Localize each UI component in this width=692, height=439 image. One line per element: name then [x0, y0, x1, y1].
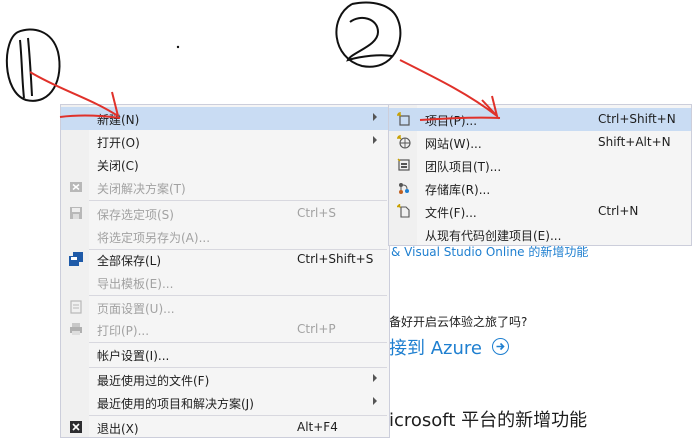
menu-item-label: 帐户设置(I)...	[97, 349, 170, 363]
save-all-icon	[69, 252, 83, 266]
annotation-number-1: 1	[40, 59, 41, 61]
menu-item-recent-files[interactable]: 最近使用过的文件(F)	[61, 368, 389, 391]
annotation-circle-1	[5, 28, 61, 102]
submenu-item-repository[interactable]: 存储库(R)...	[389, 177, 691, 200]
menu-separator	[89, 200, 387, 201]
submenu-item-label: 团队项目(T)...	[425, 160, 502, 174]
page-setup-icon	[69, 300, 83, 314]
menu-item-export-template[interactable]: 导出模板(E)...	[61, 271, 389, 294]
menu-item-recent-projects[interactable]: 最近使用的项目和解决方案(J)	[61, 391, 389, 414]
annotation-number-2: 2	[370, 35, 371, 37]
exit-icon	[69, 420, 83, 434]
menu-item-label: 退出(X)	[97, 422, 139, 436]
menu-item-print[interactable]: 打印(P)... Ctrl+P	[61, 318, 389, 341]
menu-item-account-settings[interactable]: 帐户设置(I)...	[61, 343, 389, 366]
arrow-circle-icon	[491, 338, 509, 355]
file-menu: 新建(N) 打开(O) 关闭(C) 关闭解决方案(T) 保存选定项(S) Ctr…	[60, 104, 390, 438]
submenu-arrow-icon	[373, 136, 377, 144]
menu-item-save-selected[interactable]: 保存选定项(S) Ctrl+S	[61, 202, 389, 225]
new-website-icon	[397, 135, 411, 149]
submenu-item-shortcut: Ctrl+N	[598, 204, 639, 218]
menu-item-label: 新建(N)	[97, 113, 140, 127]
submenu-item-label: 文件(F)...	[425, 206, 477, 220]
annotation-circle-2	[335, 1, 402, 68]
submenu-item-file[interactable]: 文件(F)... Ctrl+N	[389, 200, 691, 223]
submenu-item-team-project[interactable]: 团队项目(T)...	[389, 154, 691, 177]
submenu-item-label: 网站(W)...	[425, 137, 482, 151]
menu-item-page-setup[interactable]: 页面设置(U)...	[61, 296, 389, 319]
menu-item-label: 关闭解决方案(T)	[97, 182, 186, 196]
submenu-item-label: 从现有代码创建项目(E)...	[425, 229, 562, 243]
repository-icon	[397, 181, 411, 195]
submenu-item-label: 项目(P)...	[425, 114, 478, 128]
bg-azure-link[interactable]: 接到 Azure	[389, 334, 509, 360]
menu-item-exit[interactable]: 退出(X) Alt+F4	[61, 416, 389, 439]
new-file-icon	[397, 204, 411, 218]
submenu-item-website[interactable]: 网站(W)... Shift+Alt+N	[389, 131, 691, 154]
submenu-item-label: 存储库(R)...	[425, 183, 491, 197]
menu-item-label: 将选定项另存为(A)...	[97, 231, 211, 245]
print-icon	[69, 322, 83, 336]
menu-item-save-all[interactable]: 全部保存(L) Ctrl+Shift+S	[61, 248, 389, 271]
menu-item-label: 最近使用过的文件(F)	[97, 374, 210, 388]
submenu-item-from-existing-code[interactable]: 从现有代码创建项目(E)...	[389, 223, 691, 246]
menu-item-close[interactable]: 关闭(C)	[61, 153, 389, 176]
menu-item-label: 关闭(C)	[97, 159, 139, 173]
new-project-icon	[397, 112, 411, 126]
new-submenu: 项目(P)... Ctrl+Shift+N 网站(W)... Shift+Alt…	[388, 104, 692, 246]
menu-item-save-as[interactable]: 将选定项另存为(A)...	[61, 225, 389, 248]
menu-item-open[interactable]: 打开(O)	[61, 130, 389, 153]
menu-item-label: 打开(O)	[97, 136, 140, 150]
menu-item-shortcut: Ctrl+S	[297, 206, 337, 220]
submenu-item-shortcut: Ctrl+Shift+N	[598, 112, 676, 126]
bg-cloud-question: 备好开启云体验之旅了吗?	[389, 315, 528, 329]
menu-item-close-solution[interactable]: 关闭解决方案(T)	[61, 176, 389, 199]
team-project-icon	[397, 158, 411, 172]
menu-item-shortcut: Ctrl+P	[297, 322, 336, 336]
save-icon	[69, 206, 83, 220]
stray-dot	[176, 45, 180, 49]
menu-item-label: 保存选定项(S)	[97, 208, 174, 222]
menu-item-shortcut: Ctrl+Shift+S	[297, 252, 374, 266]
azure-link-text[interactable]: 接到 Azure	[389, 338, 482, 359]
menu-item-label: 打印(P)...	[97, 324, 150, 338]
menu-item-new[interactable]: 新建(N)	[61, 107, 389, 130]
menu-item-label: 页面设置(U)...	[97, 302, 175, 316]
close-solution-icon	[69, 180, 83, 194]
menu-item-label: 全部保存(L)	[97, 254, 162, 268]
submenu-arrow-icon	[373, 374, 377, 382]
submenu-arrow-icon	[373, 113, 377, 121]
submenu-arrow-icon	[373, 397, 377, 405]
bg-microsoft-heading: icrosoft 平台的新增功能	[389, 410, 588, 431]
menu-item-shortcut: Alt+F4	[297, 420, 338, 434]
submenu-item-project[interactable]: 项目(P)... Ctrl+Shift+N	[389, 108, 691, 131]
submenu-item-shortcut: Shift+Alt+N	[598, 135, 671, 149]
menu-item-label: 最近使用的项目和解决方案(J)	[97, 397, 254, 411]
menu-item-label: 导出模板(E)...	[97, 277, 174, 291]
